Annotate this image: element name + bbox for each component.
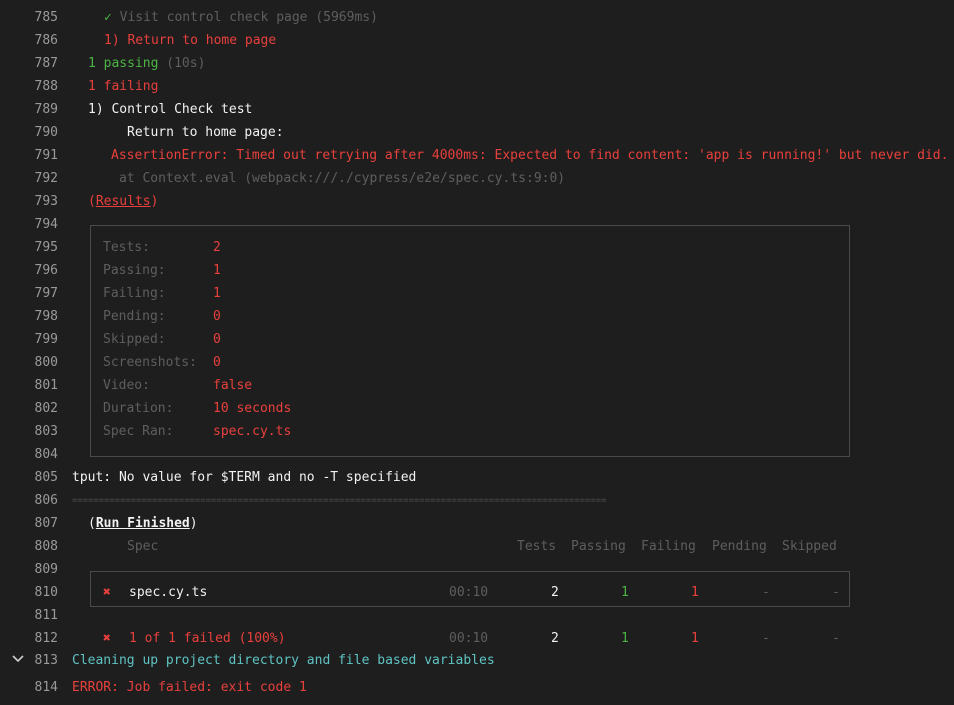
summary-skipped: - [832, 631, 840, 646]
line-number: 803 [34, 424, 58, 439]
results-label: Pending: [103, 309, 166, 324]
results-label: Passing: [103, 263, 166, 278]
results-label: Tests: [103, 240, 150, 255]
header-passing: Passing [571, 539, 626, 554]
results-label: Failing: [103, 286, 166, 301]
spec-time: 00:10 [449, 585, 489, 600]
header-spec: Spec [127, 539, 159, 554]
line-number: 792 [34, 171, 58, 186]
test-pass-line: ✓ Visit control check page (5969ms) [104, 9, 378, 27]
line-number: 807 [34, 516, 58, 531]
line-number: 787 [34, 56, 58, 71]
line-number: 811 [34, 608, 58, 623]
summary-passing: 1 [621, 631, 629, 646]
header-pending: Pending [712, 539, 767, 554]
line-number: 813 [34, 653, 58, 668]
line-number: 795 [34, 240, 58, 255]
results-label: Spec Ran: [103, 424, 174, 439]
test-fail-line: 1) Return to home page [104, 33, 277, 48]
job-error: ERROR: Job failed: exit code 1 [72, 680, 307, 695]
stack-trace: at Context.eval (webpack:///./cypress/e2… [119, 171, 566, 186]
failing-summary: 1 failing [88, 79, 159, 94]
passing-count: 1 passing [88, 56, 159, 71]
line-number: 791 [34, 148, 58, 163]
line-number: 794 [34, 217, 58, 232]
results-value: 1 [213, 286, 221, 301]
results-value: 0 [213, 309, 221, 324]
summary-text: 1 of 1 failed (100%) [129, 631, 286, 646]
line-number: 786 [34, 33, 58, 48]
line-number: 808 [34, 539, 58, 554]
results-heading-label: Results [95, 194, 151, 209]
results-box [90, 225, 850, 457]
results-value: 10 seconds [213, 401, 292, 416]
summary-tests: 2 [551, 631, 559, 646]
run-finished-label: Run Finished [95, 516, 190, 531]
spec-skipped: - [832, 585, 840, 600]
line-number: 790 [34, 125, 58, 140]
tput-warning: tput: No value for $TERM and no -T speci… [72, 470, 417, 485]
assertion-error: AssertionError: Timed out retrying after… [111, 148, 949, 163]
fail-x-icon: ✖ [103, 585, 111, 600]
passing-time: (10s) [166, 56, 206, 71]
line-number: 798 [34, 309, 58, 324]
spec-failing: 1 [691, 585, 699, 600]
results-value: spec.cy.ts [213, 424, 292, 439]
test-pass-text: Visit control check page (5969ms) [119, 10, 378, 25]
spec-pending: - [762, 585, 770, 600]
failure-title: 1) Control Check test [88, 102, 253, 117]
chevron-down-icon[interactable] [10, 651, 26, 667]
line-number: 785 [34, 10, 58, 25]
line-number: 805 [34, 470, 58, 485]
failure-subtitle: Return to home page: [127, 125, 284, 140]
results-label: Video: [103, 378, 150, 393]
summary-time: 00:10 [449, 631, 489, 646]
run-finished-heading: (Run Finished) [88, 516, 198, 531]
cleanup-section-header[interactable]: Cleaning up project directory and file b… [72, 652, 495, 670]
summary-pending: - [762, 631, 770, 646]
results-value: 0 [213, 332, 221, 347]
line-number: 788 [34, 79, 58, 94]
line-number: 802 [34, 401, 58, 416]
line-number: 804 [34, 447, 58, 462]
results-value: 2 [213, 240, 221, 255]
results-heading: (Results) [88, 194, 159, 209]
fail-x-icon: ✖ [103, 631, 111, 646]
line-number: 800 [34, 355, 58, 370]
line-number: 797 [34, 286, 58, 301]
check-icon: ✓ [104, 10, 112, 25]
line-number: 809 [34, 562, 58, 577]
header-failing: Failing [641, 539, 696, 554]
passing-summary: 1 passing (10s) [88, 55, 205, 73]
line-number: 796 [34, 263, 58, 278]
spec-passing: 1 [621, 585, 629, 600]
header-skipped: Skipped [782, 539, 837, 554]
line-number: 799 [34, 332, 58, 347]
results-value: false [213, 378, 253, 393]
results-label: Duration: [103, 401, 174, 416]
summary-failing: 1 [691, 631, 699, 646]
results-value: 0 [213, 355, 221, 370]
separator-line: ========================================… [72, 496, 607, 506]
line-number: 812 [34, 631, 58, 646]
spec-tests: 2 [551, 585, 559, 600]
line-number: 814 [34, 680, 58, 695]
line-number: 806 [34, 493, 58, 508]
results-label: Screenshots: [103, 355, 197, 370]
line-number: 810 [34, 585, 58, 600]
line-number: 793 [34, 194, 58, 209]
results-value: 1 [213, 263, 221, 278]
results-label: Skipped: [103, 332, 166, 347]
line-number: 801 [34, 378, 58, 393]
line-number: 789 [34, 102, 58, 117]
spec-name: spec.cy.ts [129, 585, 208, 600]
header-tests: Tests [517, 539, 557, 554]
